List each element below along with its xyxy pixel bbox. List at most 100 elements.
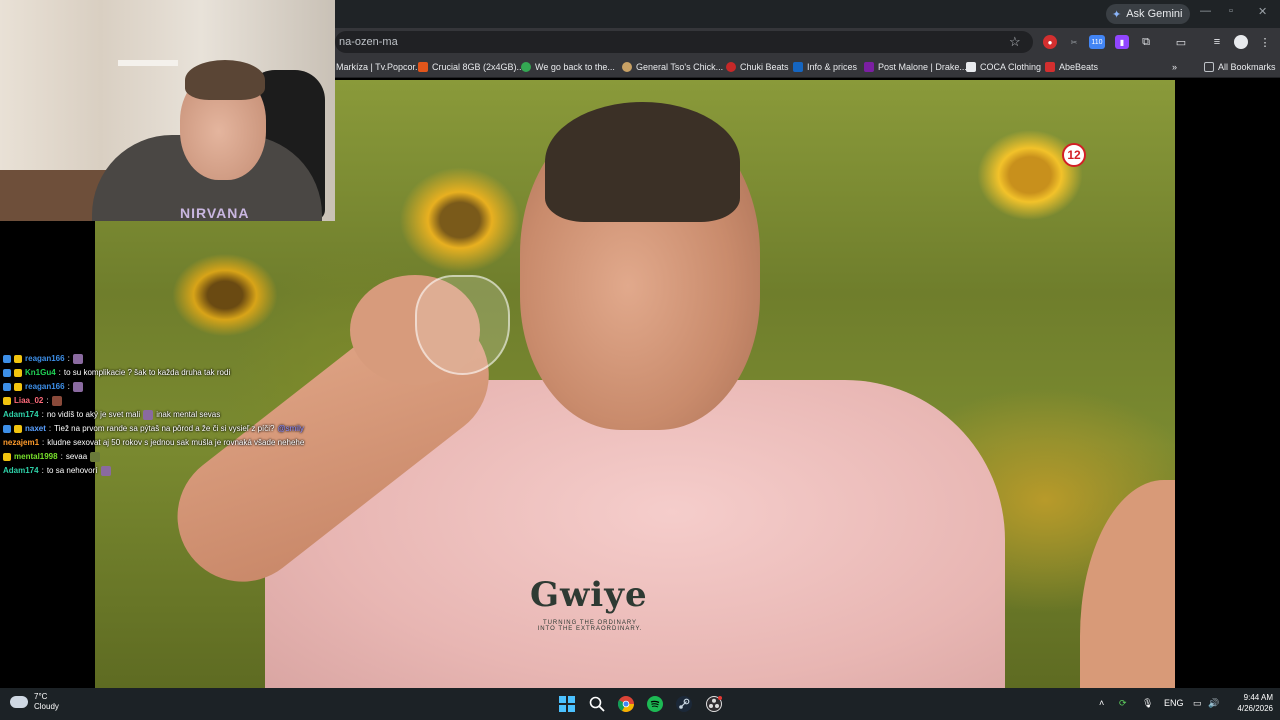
badge-icon: [3, 425, 11, 433]
profile-avatar[interactable]: [1234, 35, 1248, 49]
chat-username[interactable]: naxet: [25, 422, 46, 436]
obs-studio-icon[interactable]: [704, 694, 724, 714]
chrome-icon[interactable]: [616, 694, 636, 714]
bookmark-favicon-icon: [793, 62, 803, 72]
bookmarks-overflow-icon[interactable]: »: [1172, 60, 1177, 74]
bookmark-favicon-icon: [726, 62, 736, 72]
minimize-icon[interactable]: —: [1200, 5, 1211, 17]
emote-icon: [72, 382, 83, 392]
video-second-person: [1080, 480, 1175, 688]
chat-text: to su komplikacie ? šak to každa druha t…: [63, 368, 231, 377]
language-indicator[interactable]: ENG: [1164, 698, 1184, 708]
chat-text: Tiež na prvom rande sa pýtaš na pôrod a …: [54, 424, 275, 433]
network-icon[interactable]: ▭: [1193, 698, 1202, 709]
stream-chat: reagan166: Kn1Gu4: to su komplikacie ? š…: [0, 352, 304, 478]
steam-icon[interactable]: [674, 694, 694, 714]
bookmark-item[interactable]: Info & prices: [793, 60, 857, 74]
chat-text: no vidíš to aký je svet mali: [46, 410, 141, 419]
chat-message: reagan166:: [0, 380, 300, 394]
bookmark-item[interactable]: Markíza | Tv.Popcor...: [336, 60, 423, 74]
chat-message: Liaa_02:: [0, 394, 300, 408]
webcam-streamer-hair: [185, 60, 265, 100]
address-bar[interactable]: na-ozen-ma: [335, 31, 1033, 53]
chat-message: reagan166:: [0, 352, 300, 366]
address-bar-url: na-ozen-ma: [339, 36, 398, 48]
bookmark-favicon-icon: [418, 62, 428, 72]
chat-message: Adam174: no vidíš to aký je svet mali in…: [0, 408, 300, 422]
ask-gemini-label: Ask Gemini: [1126, 8, 1183, 20]
bookmark-item[interactable]: COCA Clothing: [966, 60, 1041, 74]
bookmark-label: Post Malone | Drake...: [878, 62, 967, 72]
extension-badge-icon[interactable]: 110: [1089, 35, 1105, 49]
bookmark-item[interactable]: Chuki Beats: [726, 60, 789, 74]
tray-overflow-icon[interactable]: ˄: [1099, 698, 1104, 708]
chat-username[interactable]: reagan166: [25, 352, 65, 366]
bookmark-label: COCA Clothing: [980, 62, 1042, 72]
chat-username[interactable]: nezajem1: [3, 436, 39, 450]
bookmark-item[interactable]: Post Malone | Drake...: [864, 60, 967, 74]
chat-text: inak mental sevas: [156, 410, 221, 419]
badge-icon: [14, 383, 22, 391]
bookmark-favicon-icon: [864, 62, 874, 72]
bookmark-item[interactable]: Crucial 8GB (2x4GB)...: [418, 60, 524, 74]
microphone-icon[interactable]: 🎙: [1142, 698, 1153, 709]
channel-logo: 12: [1062, 143, 1086, 167]
chat-username[interactable]: Liaa_02: [14, 394, 43, 408]
emote-icon: [51, 396, 62, 406]
restore-icon[interactable]: ▫: [1229, 5, 1233, 17]
chat-username[interactable]: Adam174: [3, 408, 39, 422]
browser-menu-icon[interactable]: ⋮: [1258, 35, 1272, 49]
taskbar-clock[interactable]: 9:44 AM 4/26/2026: [1225, 692, 1273, 714]
all-bookmarks-button[interactable]: All Bookmarks: [1204, 60, 1276, 74]
badge-icon: [14, 425, 22, 433]
extension-icon[interactable]: ✂: [1067, 35, 1081, 49]
badge-icon: [3, 355, 11, 363]
volume-icon[interactable]: 🔊: [1208, 698, 1219, 709]
badge-icon: [3, 383, 11, 391]
chat-message: Adam174: to sa nehovorí: [0, 464, 300, 478]
bookmark-label: We go back to the...: [535, 62, 615, 72]
all-bookmarks-label: All Bookmarks: [1218, 62, 1276, 72]
bookmark-item[interactable]: We go back to the...: [521, 60, 615, 74]
chat-message: mental1998: sevaa: [0, 450, 300, 464]
bookmark-favicon-icon: [1045, 62, 1055, 72]
weather-widget[interactable]: 7°C Cloudy: [10, 692, 59, 712]
badge-icon: [3, 453, 11, 461]
twitch-extension-icon[interactable]: ▮: [1115, 35, 1129, 49]
ask-gemini-button[interactable]: ✦ Ask Gemini: [1106, 4, 1191, 24]
chat-username[interactable]: Kn1Gu4: [25, 366, 56, 380]
close-icon[interactable]: ✕: [1258, 5, 1267, 18]
bookmark-item[interactable]: General Tso's Chick...: [622, 60, 723, 74]
chat-username[interactable]: mental1998: [14, 450, 58, 464]
badge-icon: [14, 369, 22, 377]
video-person-hair: [545, 102, 740, 222]
chat-message: Kn1Gu4: to su komplikacie ? šak to každa…: [0, 366, 300, 380]
emote-icon: [90, 452, 101, 462]
chat-text: sevaa: [65, 452, 88, 461]
cast-icon[interactable]: ▭: [1174, 35, 1188, 49]
badge-icon: [3, 397, 11, 405]
badge-icon: [14, 355, 22, 363]
search-icon[interactable]: [587, 694, 607, 714]
bookmark-label: Chuki Beats: [740, 62, 789, 72]
windows-start-icon[interactable]: [557, 694, 577, 714]
bookmark-star-icon[interactable]: ☆: [1009, 34, 1021, 50]
emote-icon: [72, 354, 83, 364]
bookmark-label: Info & prices: [807, 62, 858, 72]
sync-icon[interactable]: ⟳: [1119, 698, 1127, 709]
bookmark-label: Markíza | Tv.Popcor...: [336, 62, 423, 72]
puzzle-extensions-icon[interactable]: ⧉: [1139, 35, 1153, 49]
chat-username[interactable]: reagan166: [25, 380, 65, 394]
ublock-extension-icon[interactable]: ●: [1043, 35, 1057, 49]
chat-mention[interactable]: @smily: [278, 422, 304, 436]
spotify-icon[interactable]: [645, 694, 665, 714]
bookmark-item[interactable]: AbeBeats: [1045, 60, 1098, 74]
emote-icon: [100, 466, 111, 476]
webcam-overlay: NIRVANA: [0, 0, 335, 221]
gemini-sparkle-icon: ✦: [1112, 8, 1122, 21]
reading-list-icon[interactable]: ≡: [1210, 35, 1224, 49]
windows-taskbar: [0, 688, 1280, 720]
chat-username[interactable]: Adam174: [3, 464, 39, 478]
shirt-tagline: TURNING THE ORDINARY INTO THE EXTRAORDIN…: [537, 620, 643, 632]
bookmark-favicon-icon: [521, 62, 531, 72]
